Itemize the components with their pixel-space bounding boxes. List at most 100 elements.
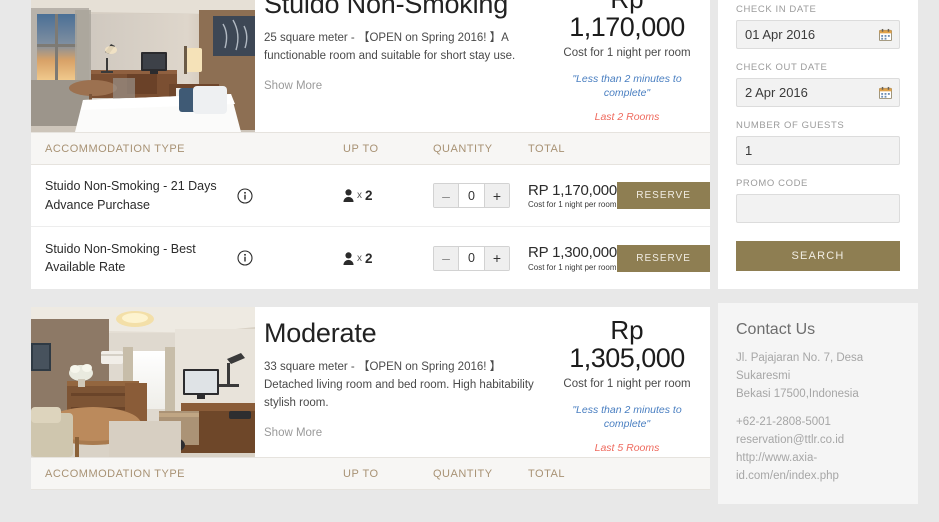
quantity-decrement-button[interactable]: – xyxy=(434,184,458,207)
contact-website[interactable]: http://www.axia-id.com/en/index.php xyxy=(736,450,900,486)
search-button[interactable]: SEARCH xyxy=(736,241,900,271)
total-subnote: Cost for 1 night per room xyxy=(528,200,617,210)
room-summary: Moderate 33 square meter - 【OPEN on Spri… xyxy=(31,307,710,457)
quantity-increment-button[interactable]: + xyxy=(485,184,509,207)
checkin-date-field[interactable]: 01 Apr 2016 xyxy=(736,20,900,49)
rate-cell: Stuido Non-Smoking - 21 Days Advance Pur… xyxy=(31,177,343,213)
room-description: 33 square meter - 【OPEN on Spring 2016! … xyxy=(264,361,534,409)
room-summary: Stuido Non-Smoking 25 square meter - 【OP… xyxy=(31,0,710,132)
room-card-studio: Stuido Non-Smoking 25 square meter - 【OP… xyxy=(31,0,711,289)
quantity-input[interactable] xyxy=(458,246,485,270)
header-up-to: UP TO xyxy=(343,142,379,155)
quantity-stepper[interactable]: – + xyxy=(433,245,510,271)
contact-address-line1: Jl. Pajajaran No. 7, Desa Sukaresmi xyxy=(736,352,864,382)
info-circle-icon[interactable] xyxy=(237,187,253,204)
upto-cell: x 2 xyxy=(343,188,433,203)
checkout-date-value: 2 Apr 2016 xyxy=(745,85,808,100)
quantity-increment-button[interactable]: + xyxy=(485,246,509,270)
booking-sidebar: CHECK IN DATE 01 Apr 2016 CHECK OUT DATE… xyxy=(718,0,918,504)
room-list: Stuido Non-Smoking 25 square meter - 【OP… xyxy=(31,0,711,490)
price-note: Cost for 1 night per room xyxy=(563,378,691,391)
upto-multiplier: x xyxy=(357,252,362,264)
contact-panel: Contact Us Jl. Pajajaran No. 7, Desa Suk… xyxy=(718,303,918,504)
total-amount: RP 1,300,000 xyxy=(528,244,618,262)
room-card-moderate: Moderate 33 square meter - 【OPEN on Spri… xyxy=(31,307,710,490)
calendar-icon[interactable] xyxy=(879,86,892,99)
contact-title: Contact Us xyxy=(736,321,816,338)
upto-cell: x 2 xyxy=(343,251,433,266)
info-circle-icon[interactable] xyxy=(237,250,253,266)
promo-label: PROMO CODE xyxy=(736,178,808,189)
total-cell: RP 1,170,000 Cost for 1 night per room xyxy=(528,182,617,209)
rooms-left-badge: Last 2 Rooms xyxy=(594,111,660,124)
checkin-date-value: 01 Apr 2016 xyxy=(745,27,816,42)
quantity-decrement-button[interactable]: – xyxy=(434,246,458,270)
room-info: Moderate 33 square meter - 【OPEN on Spri… xyxy=(255,307,550,457)
rate-name: Stuido Non-Smoking - Best Available Rate xyxy=(45,241,196,274)
checkout-date-field[interactable]: 2 Apr 2016 xyxy=(736,78,900,107)
completion-note: "Less than 2 minutes to complete" xyxy=(572,73,682,100)
action-cell: RESERVE xyxy=(617,244,711,272)
currency-label: Rp xyxy=(610,315,644,345)
contact-email[interactable]: reservation@ttlr.co.id xyxy=(736,432,900,450)
table-header-row: ACCOMMODATION TYPE UP TO QUANTITY TOTAL xyxy=(31,132,710,165)
upto-multiplier: x xyxy=(357,190,362,201)
rate-cell: Stuido Non-Smoking - Best Available Rate xyxy=(31,240,343,276)
header-quantity: QUANTITY xyxy=(433,142,493,155)
contact-phone[interactable]: +62-21-2808-5001 xyxy=(736,414,900,432)
quantity-stepper[interactable]: – + xyxy=(433,183,510,208)
price-amount: 1,170,000 xyxy=(569,12,685,43)
header-quantity: QUANTITY xyxy=(433,467,493,480)
room-description: 25 square meter - 【OPEN on Spring 2016! … xyxy=(264,32,516,63)
show-more-link[interactable]: Show More xyxy=(264,427,538,439)
table-row: Stuido Non-Smoking - Best Available Rate… xyxy=(31,227,711,289)
room-photo-studio[interactable] xyxy=(31,0,255,132)
reserve-button[interactable]: RESERVE xyxy=(617,244,711,272)
header-total: TOTAL xyxy=(528,467,565,480)
upto-count: 2 xyxy=(365,188,373,203)
accommodation-table: ACCOMMODATION TYPE UP TO QUANTITY TOTAL … xyxy=(31,132,711,289)
search-form-panel: CHECK IN DATE 01 Apr 2016 CHECK OUT DATE… xyxy=(718,0,918,289)
total-cell: RP 1,300,000 Cost for 1 night per room xyxy=(528,244,617,271)
contact-address-line2: Bekasi 17500,Indonesia xyxy=(736,387,859,400)
room-photo-moderate[interactable] xyxy=(31,307,255,457)
upto-count: 2 xyxy=(365,250,373,266)
accommodation-table: ACCOMMODATION TYPE UP TO QUANTITY TOTAL xyxy=(31,457,710,490)
promo-code-field[interactable] xyxy=(736,194,900,223)
header-up-to: UP TO xyxy=(343,467,379,480)
guests-value: 1 xyxy=(745,143,753,158)
total-amount: RP 1,170,000 xyxy=(528,181,618,199)
currency-label: Rp xyxy=(550,0,704,12)
show-more-link[interactable]: Show More xyxy=(264,80,538,92)
rate-name: Stuido Non-Smoking - 21 Days Advance Pur… xyxy=(45,179,217,212)
calendar-icon[interactable] xyxy=(879,28,892,41)
room-info: Stuido Non-Smoking 25 square meter - 【OP… xyxy=(255,0,550,132)
person-icon xyxy=(343,189,354,202)
price-amount: 1,305,000 xyxy=(569,343,685,374)
sidebar-divider xyxy=(718,289,918,303)
person-icon xyxy=(343,251,354,265)
checkin-label: CHECK IN DATE xyxy=(736,4,817,15)
room-price-block: Rp 1,305,000 Cost for 1 night per room "… xyxy=(550,307,710,457)
action-cell: RESERVE xyxy=(617,182,711,209)
guests-label: NUMBER OF GUESTS xyxy=(736,120,845,131)
quantity-cell: – + xyxy=(433,183,528,208)
rooms-left-badge: Last 5 Rooms xyxy=(594,442,660,455)
reserve-button[interactable]: RESERVE xyxy=(617,182,711,209)
booking-page: Stuido Non-Smoking 25 square meter - 【OP… xyxy=(0,0,939,522)
room-title: Moderate xyxy=(264,318,377,348)
completion-note: "Less than 2 minutes to complete" xyxy=(572,404,682,431)
number-of-guests-field[interactable]: 1 xyxy=(736,136,900,165)
quantity-cell: – + xyxy=(433,245,528,271)
total-subnote: Cost for 1 night per room xyxy=(528,262,617,272)
header-accommodation-type: ACCOMMODATION TYPE xyxy=(45,467,185,480)
table-header-row: ACCOMMODATION TYPE UP TO QUANTITY TOTAL xyxy=(31,457,710,490)
checkout-label: CHECK OUT DATE xyxy=(736,62,828,73)
room-title: Stuido Non-Smoking xyxy=(264,0,509,19)
room-price-block: Rp 1,170,000 Cost for 1 night per room "… xyxy=(550,0,710,132)
price-note: Cost for 1 night per room xyxy=(563,47,691,60)
table-row: Stuido Non-Smoking - 21 Days Advance Pur… xyxy=(31,165,711,227)
header-total: TOTAL xyxy=(528,142,565,155)
quantity-input[interactable] xyxy=(458,184,485,207)
header-accommodation-type: ACCOMMODATION TYPE xyxy=(45,142,185,155)
